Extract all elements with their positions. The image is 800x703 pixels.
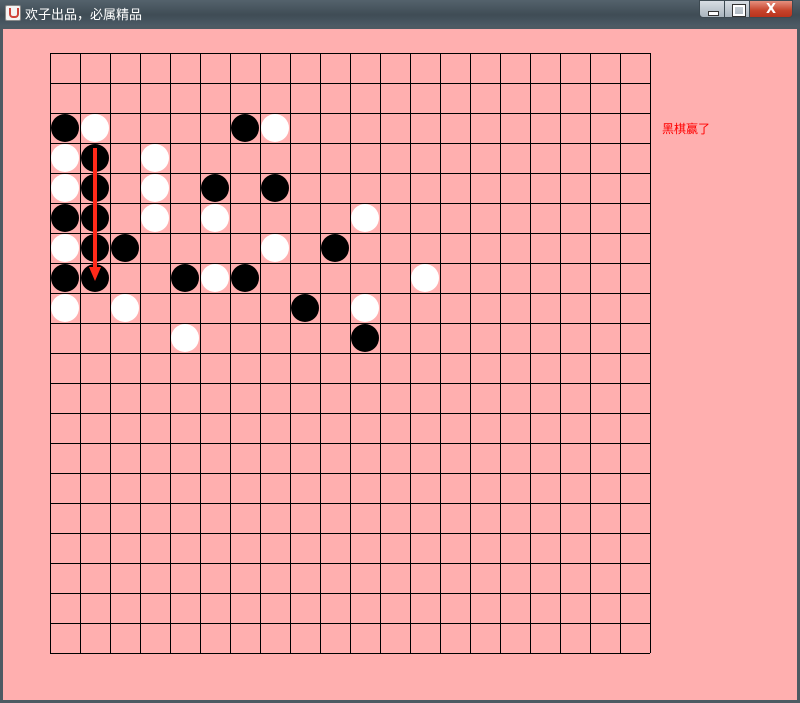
game-panel: 黑棋赢了 (3, 29, 797, 700)
black-stone (51, 204, 79, 232)
white-stone (351, 204, 379, 232)
black-stone (51, 264, 79, 292)
white-stone (51, 174, 79, 202)
black-stone (231, 114, 259, 142)
white-stone (141, 174, 169, 202)
white-stone (51, 144, 79, 172)
white-stone (141, 144, 169, 172)
white-stone (411, 264, 439, 292)
black-stone (201, 174, 229, 202)
white-stone (141, 204, 169, 232)
black-stone (291, 294, 319, 322)
maximize-icon (725, 1, 749, 17)
java-app-icon[interactable] (5, 5, 21, 21)
black-stone (261, 174, 289, 202)
maximize-button[interactable] (724, 0, 750, 18)
title-bar[interactable]: 欢子出品，必属精品 X (0, 0, 800, 25)
black-stone (321, 234, 349, 262)
window-title: 欢子出品，必属精品 (25, 8, 143, 23)
white-stone (201, 264, 229, 292)
black-stone (171, 264, 199, 292)
minimize-button[interactable] (699, 0, 725, 18)
game-status-text: 黑棋赢了 (662, 122, 711, 136)
white-stone (81, 114, 109, 142)
white-stone (261, 234, 289, 262)
black-stone (351, 324, 379, 352)
black-stone (111, 234, 139, 262)
white-stone (201, 204, 229, 232)
black-stone (231, 264, 259, 292)
white-stone (51, 294, 79, 322)
white-stone (111, 294, 139, 322)
white-stone (171, 324, 199, 352)
white-stone (351, 294, 379, 322)
white-stone (261, 114, 289, 142)
close-icon: X (765, 2, 777, 17)
black-stone (51, 114, 79, 142)
close-button[interactable]: X (749, 0, 793, 18)
white-stone (51, 234, 79, 262)
minimize-icon (700, 1, 724, 17)
window-controls: X (699, 0, 793, 19)
